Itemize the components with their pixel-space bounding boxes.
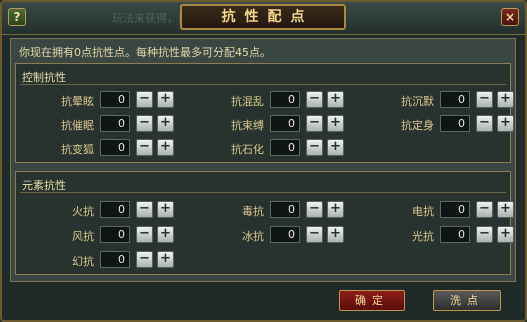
resistance-value-field[interactable]: 0 bbox=[440, 91, 470, 108]
resistance-label: 电抗 bbox=[412, 205, 434, 218]
resistance-value-field[interactable]: 0 bbox=[270, 91, 300, 108]
increase-button[interactable]: + bbox=[497, 226, 514, 243]
decrease-button[interactable]: − bbox=[306, 226, 323, 243]
increase-button[interactable]: + bbox=[497, 201, 514, 218]
resistance-points-info: 你现在拥有0点抗性点。每种抗性最多可分配45点。 bbox=[19, 46, 271, 59]
resistance-label: 光抗 bbox=[412, 230, 434, 243]
increase-button[interactable]: + bbox=[157, 201, 174, 218]
increase-button[interactable]: + bbox=[327, 139, 344, 156]
increase-button[interactable]: + bbox=[497, 91, 514, 108]
decrease-button[interactable]: − bbox=[476, 115, 493, 132]
decrease-button[interactable]: − bbox=[306, 91, 323, 108]
increase-button[interactable]: + bbox=[157, 115, 174, 132]
resistance-row: 抗晕眩 0− + bbox=[20, 91, 180, 109]
resistance-row: 抗沉默 0− + bbox=[360, 91, 520, 109]
increase-button[interactable]: + bbox=[327, 226, 344, 243]
resistance-row: 抗束缚 0− + bbox=[190, 115, 350, 133]
reset-points-button[interactable]: 洗点 bbox=[433, 290, 501, 311]
decrease-button[interactable]: − bbox=[136, 251, 153, 268]
resistance-label: 抗束缚 bbox=[231, 119, 264, 132]
resistance-row: 抗定身 0− + bbox=[360, 115, 520, 133]
increase-button[interactable]: + bbox=[327, 201, 344, 218]
increase-button[interactable]: + bbox=[327, 115, 344, 132]
increase-button[interactable]: + bbox=[327, 91, 344, 108]
section-divider bbox=[20, 84, 506, 85]
resistance-label: 抗混乱 bbox=[231, 95, 264, 108]
resistance-label: 幻抗 bbox=[72, 255, 94, 268]
increase-button[interactable]: + bbox=[157, 91, 174, 108]
resistance-label: 毒抗 bbox=[242, 205, 264, 218]
decrease-button[interactable]: − bbox=[306, 115, 323, 132]
control-resistance-section: 控制抗性 抗晕眩 0− + 抗混乱 0− + 抗沉默 0− + 抗催眠 0− + 抗束缚 0− + 抗定身 0−… bbox=[15, 63, 514, 163]
section-divider bbox=[20, 192, 506, 193]
increase-button[interactable]: + bbox=[497, 115, 514, 132]
decrease-button[interactable]: − bbox=[306, 201, 323, 218]
window-title-plate: 抗性配点 bbox=[180, 4, 346, 30]
resistance-allocation-window: 玩法来获得，比如副本、任务等，但是切勿 ? 抗性配点 × 你现在拥有0点抗性点。… bbox=[0, 0, 527, 322]
increase-button[interactable]: + bbox=[157, 139, 174, 156]
decrease-button[interactable]: − bbox=[136, 201, 153, 218]
increase-button[interactable]: + bbox=[157, 251, 174, 268]
increase-button[interactable]: + bbox=[157, 226, 174, 243]
resistance-label: 火抗 bbox=[72, 205, 94, 218]
resistance-label: 抗变狐 bbox=[61, 143, 94, 156]
resistance-row: 抗混乱 0− + bbox=[190, 91, 350, 109]
content-panel: 你现在拥有0点抗性点。每种抗性最多可分配45点。 控制抗性 抗晕眩 0− + 抗混乱 0… bbox=[10, 38, 516, 282]
resistance-value-field[interactable]: 0 bbox=[270, 139, 300, 156]
resistance-value-field[interactable]: 0 bbox=[100, 201, 130, 218]
resistance-label: 风抗 bbox=[72, 230, 94, 243]
resistance-value-field[interactable]: 0 bbox=[270, 115, 300, 132]
decrease-button[interactable]: − bbox=[136, 91, 153, 108]
resistance-row: 电抗 0− + bbox=[360, 201, 520, 219]
resistance-row: 毒抗 0− + bbox=[190, 201, 350, 219]
resistance-label: 抗催眠 bbox=[61, 119, 94, 132]
resistance-row: 抗催眠 0− + bbox=[20, 115, 180, 133]
resistance-row: 火抗 0− + bbox=[20, 201, 180, 219]
resistance-value-field[interactable]: 0 bbox=[440, 201, 470, 218]
resistance-value-field[interactable]: 0 bbox=[100, 115, 130, 132]
resistance-value-field[interactable]: 0 bbox=[270, 226, 300, 243]
resistance-value-field[interactable]: 0 bbox=[270, 201, 300, 218]
resistance-value-field[interactable]: 0 bbox=[440, 115, 470, 132]
resistance-row: 光抗 0− + bbox=[360, 226, 520, 244]
section-title: 元素抗性 bbox=[22, 179, 66, 192]
help-button[interactable]: ? bbox=[8, 8, 26, 26]
resistance-value-field[interactable]: 0 bbox=[100, 139, 130, 156]
resistance-value-field[interactable]: 0 bbox=[100, 91, 130, 108]
window-title: 抗性配点 bbox=[221, 9, 314, 25]
resistance-row: 抗石化 0− + bbox=[190, 139, 350, 157]
resistance-label: 抗晕眩 bbox=[61, 95, 94, 108]
element-resistance-section: 元素抗性 火抗 0− + 毒抗 0− + 电抗 0− + 风抗 0− + 冰抗 0− + 光抗 0− + 幻抗 0− + bbox=[15, 171, 514, 275]
resistance-row: 冰抗 0− + bbox=[190, 226, 350, 244]
decrease-button[interactable]: − bbox=[136, 226, 153, 243]
decrease-button[interactable]: − bbox=[476, 91, 493, 108]
close-button[interactable]: × bbox=[501, 8, 519, 26]
resistance-value-field[interactable]: 0 bbox=[440, 226, 470, 243]
resistance-label: 冰抗 bbox=[242, 230, 264, 243]
decrease-button[interactable]: − bbox=[476, 226, 493, 243]
title-bar: 玩法来获得，比如副本、任务等，但是切勿 ? 抗性配点 × bbox=[2, 2, 525, 35]
decrease-button[interactable]: − bbox=[136, 139, 153, 156]
section-title: 控制抗性 bbox=[22, 71, 66, 84]
resistance-value-field[interactable]: 0 bbox=[100, 251, 130, 268]
resistance-row: 抗变狐 0− + bbox=[20, 139, 180, 157]
resistance-row: 风抗 0− + bbox=[20, 226, 180, 244]
decrease-button[interactable]: − bbox=[476, 201, 493, 218]
resistance-value-field[interactable]: 0 bbox=[100, 226, 130, 243]
decrease-button[interactable]: − bbox=[306, 139, 323, 156]
resistance-row: 幻抗 0− + bbox=[20, 251, 180, 269]
resistance-label: 抗定身 bbox=[401, 119, 434, 132]
resistance-label: 抗石化 bbox=[231, 143, 264, 156]
decrease-button[interactable]: − bbox=[136, 115, 153, 132]
resistance-label: 抗沉默 bbox=[401, 95, 434, 108]
confirm-button[interactable]: 确定 bbox=[339, 290, 405, 311]
